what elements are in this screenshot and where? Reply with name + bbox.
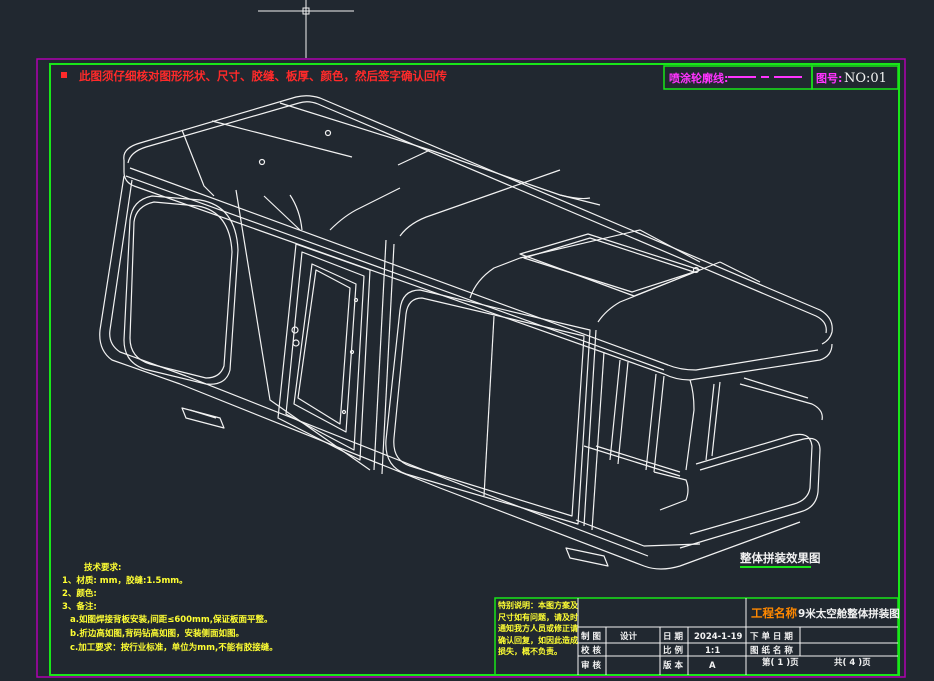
header-note: 此图须仔细核对图形形状、尺寸、胶缝、板厚、颜色，然后签字确认回传 — [79, 69, 447, 83]
svg-text:2、颜色:: 2、颜色: — [62, 588, 97, 599]
svg-text:3、备注:: 3、备注: — [62, 601, 97, 612]
svg-text:图 纸 名 称: 图 纸 名 称 — [750, 645, 793, 656]
svg-text:NO:01: NO:01 — [844, 71, 887, 86]
svg-text:1、材质: mm，胶缝:1.5mm。: 1、材质: mm，胶缝:1.5mm。 — [62, 575, 188, 586]
svg-text:校 核: 校 核 — [581, 645, 601, 656]
cad-drawing-canvas: 此图须仔细核对图形形状、尺寸、胶缝、板厚、颜色，然后签字确认回传 喷涂轮廓线: … — [36, 0, 906, 678]
title-block: 特别说明：本图方案及尺寸如有问题，请及时通知我方人员或修正请确认回复，如因此造成… — [494, 597, 900, 676]
note-marker — [61, 72, 67, 78]
svg-text:日 期: 日 期 — [663, 631, 683, 642]
figure-number-box: 图号: NO:01 — [811, 65, 899, 90]
svg-text:图号:: 图号: — [816, 72, 842, 85]
svg-text:审 核: 审 核 — [581, 660, 601, 671]
svg-text:2024-1-19: 2024-1-19 — [694, 632, 743, 642]
crosshair-cursor — [258, 0, 354, 58]
svg-text:c.加工要求：按行业标准，单位为mm,不能有胶接缝。: c.加工要求：按行业标准，单位为mm,不能有胶接缝。 — [70, 642, 278, 653]
svg-text:下 单 日 期: 下 单 日 期 — [750, 631, 793, 642]
svg-text:技术要求:: 技术要求: — [84, 562, 121, 573]
svg-text:a.如图焊接背板安装,间距≤600mm,保证板面平整。: a.如图焊接背板安装,间距≤600mm,保证板面平整。 — [70, 614, 273, 625]
svg-text:A: A — [709, 661, 716, 671]
svg-text:共( 4 )页: 共( 4 )页 — [834, 657, 871, 668]
space-capsule-drawing — [99, 95, 833, 570]
svg-text:制 图: 制 图 — [581, 631, 601, 642]
svg-text:版 本: 版 本 — [662, 660, 683, 671]
contour-legend-box: 喷涂轮廓线: — [663, 65, 813, 90]
svg-text:第( 1 )页: 第( 1 )页 — [762, 657, 799, 668]
svg-text:9米太空舱整体拼装图: 9米太空舱整体拼装图 — [798, 607, 900, 620]
svg-text:1:1: 1:1 — [705, 646, 720, 656]
svg-text:工程名称: 工程名称 — [751, 606, 797, 620]
svg-text:设计: 设计 — [620, 631, 638, 642]
drawing-caption: 整体拼装效果图 — [739, 551, 821, 565]
svg-text:喷涂轮廓线:: 喷涂轮廓线: — [669, 71, 728, 85]
title-block-remark: 特别说明：本图方案及尺寸如有问题，请及时通知我方人员或修正请确认回复，如因此造成… — [498, 601, 578, 656]
technical-requirements: 技术要求: 1、材质: mm，胶缝:1.5mm。 2、颜色: 3、备注: a.如… — [62, 562, 278, 653]
svg-text:比 例: 比 例 — [663, 645, 683, 656]
svg-text:b.折边高如图,背码钻高如图，安装侧面如图。: b.折边高如图,背码钻高如图，安装侧面如图。 — [70, 628, 244, 639]
